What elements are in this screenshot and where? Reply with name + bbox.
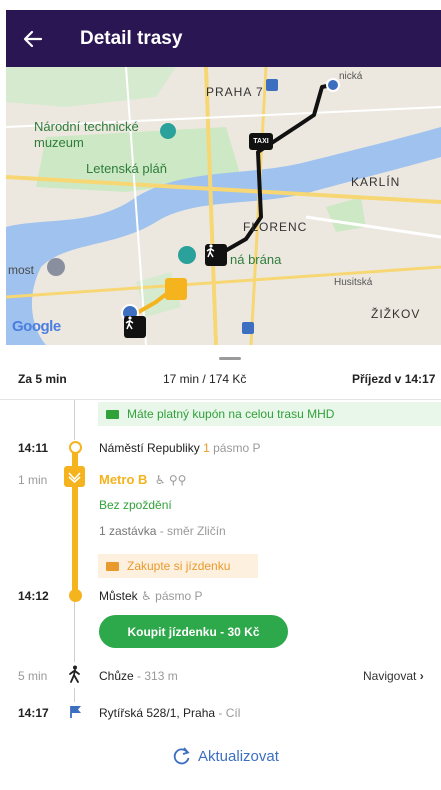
sheet-handle[interactable]	[219, 357, 241, 360]
refresh-button[interactable]: Aktualizovat	[172, 746, 279, 766]
departure-in: Za 5 min	[18, 372, 67, 386]
map-label-karlin: KARLÍN	[351, 175, 401, 189]
walk-mode: Chůze	[99, 669, 134, 683]
navigate-button[interactable]: Navigovat ›	[363, 669, 424, 683]
chevron-right-icon: ›	[419, 669, 424, 683]
route-map[interactable]: PRAHA 7 Národní technické muzeum Letensk…	[6, 67, 441, 345]
timeline-line-walk	[74, 602, 75, 662]
end-zone-label: pásmo P	[155, 589, 203, 603]
map-label-florenc: FLORENC	[243, 220, 308, 234]
google-logo: Google	[12, 318, 61, 335]
start-stop-name: Náměstí Republiky	[99, 441, 200, 455]
taxi-icon: TAXI	[249, 133, 273, 150]
route-summary: Za 5 min 17 min / 174 Kč Příjezd v 14:17	[0, 372, 441, 394]
walking-marker-icon	[205, 244, 227, 266]
start-stop[interactable]: Náměstí Republiky 1 pásmo P	[99, 441, 260, 455]
start-zone-number: 1	[203, 441, 210, 455]
navigate-label: Navigovat	[363, 669, 417, 683]
wheelchair-icon: ♿	[154, 473, 166, 487]
ticket-banner-text: Zakupte si jízdenku	[127, 559, 231, 573]
coupon-text: Máte platný kupón na celou trasu MHD	[127, 407, 335, 421]
metro-icon	[64, 466, 85, 487]
metro-duration: 1 min	[18, 473, 48, 487]
map-background	[6, 67, 441, 345]
walk-duration: 5 min	[18, 669, 48, 683]
buy-ticket-button[interactable]: Koupit jízdenku - 30 Kč	[99, 615, 288, 648]
ticket-banner: Zakupte si jízdenku	[98, 554, 258, 578]
metro-stops-count: 1 zastávka	[99, 524, 157, 538]
coupon-banner: Máte platný kupón na celou trasu MHD	[98, 402, 441, 426]
bicycle-icon: ⚲⚲	[168, 473, 187, 487]
timeline-line-top	[74, 400, 75, 440]
destination-suffix: - Cíl	[218, 706, 241, 720]
ticket-icon	[106, 561, 119, 571]
walk-distance: - 313 m	[137, 669, 178, 683]
back-button[interactable]	[6, 10, 60, 67]
arrival-time: Příjezd v 14:17	[352, 372, 436, 386]
start-zone-label: pásmo P	[213, 441, 261, 455]
metro-stops-row[interactable]: 1 zastávka - směr Zličín	[99, 524, 226, 538]
refresh-label: Aktualizovat	[198, 747, 279, 765]
end-stop[interactable]: Můstek ♿ pásmo P	[99, 589, 203, 603]
destination-address: Rytířská 528/1, Praha	[99, 706, 216, 720]
divider	[0, 399, 441, 400]
timeline-line-end	[74, 688, 75, 702]
walking-start-marker-icon	[124, 316, 146, 338]
refresh-icon	[173, 747, 190, 765]
walk-row: Chůze - 313 m	[99, 669, 178, 683]
map-label-zizkov: ŽIŽKOV	[371, 307, 421, 321]
map-label-praha7: PRAHA 7	[206, 85, 264, 99]
ticket-icon	[106, 409, 119, 419]
end-time: 14:12	[18, 589, 49, 603]
duration-price: 17 min / 174 Kč	[163, 372, 247, 386]
map-label-letenska: Letenská pláň	[86, 161, 167, 176]
map-label-nicka: nická	[339, 71, 363, 82]
metro-line-name: Metro B	[99, 472, 148, 487]
page-title: Detail trasy	[80, 27, 183, 49]
map-label-museum: Národní technické muzeum	[34, 119, 139, 150]
flag-icon	[70, 705, 82, 724]
map-label-husitska: Husitská	[334, 277, 373, 288]
start-time: 14:11	[18, 441, 49, 455]
destination-row[interactable]: Rytířská 528/1, Praha - Cíl	[99, 706, 240, 720]
metro-status: Bez zpoždění	[99, 498, 172, 512]
stop-marker-end	[69, 589, 82, 602]
metro-direction: - směr Zličín	[159, 524, 226, 538]
wheelchair-icon: ♿	[141, 589, 152, 603]
end-stop-name: Můstek	[99, 589, 138, 603]
destination-time: 14:17	[18, 706, 49, 720]
metro-line-row: Metro B ♿ ⚲⚲	[99, 472, 186, 487]
map-label-most: most	[8, 263, 35, 277]
stop-marker-start	[69, 441, 82, 454]
app-bar: Detail trasy	[6, 10, 441, 67]
arrow-left-icon	[23, 30, 43, 47]
walking-icon	[68, 665, 82, 688]
map-label-brana: ná brána	[230, 252, 282, 267]
